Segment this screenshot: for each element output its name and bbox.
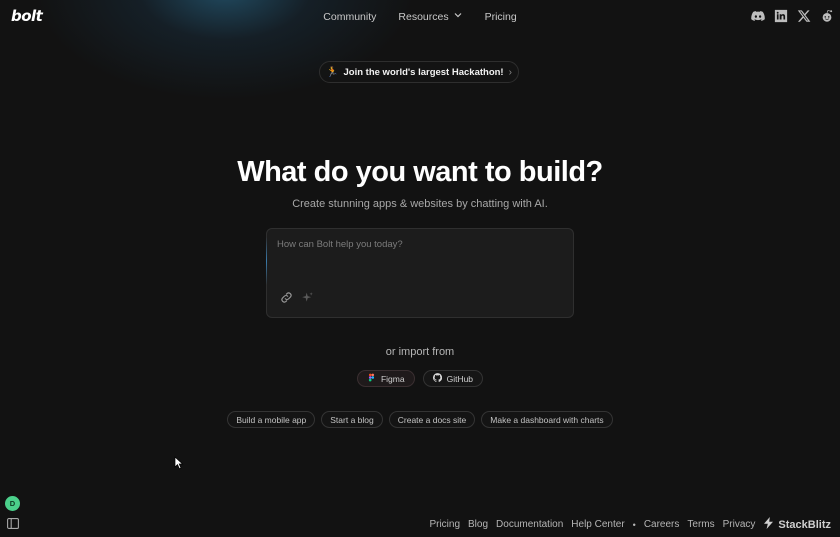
- import-github-button[interactable]: GitHub: [422, 370, 484, 387]
- import-figma-button[interactable]: Figma: [356, 370, 415, 387]
- mouse-cursor-icon: [174, 456, 184, 470]
- prompt-box: [266, 228, 574, 318]
- suggestion-docs-site[interactable]: Create a docs site: [388, 411, 476, 428]
- nav-resources[interactable]: Resources: [398, 10, 462, 23]
- suggestion-list: Build a mobile app Start a blog Create a…: [0, 411, 840, 428]
- footer-link-privacy[interactable]: Privacy: [723, 519, 756, 530]
- footer-link-blog[interactable]: Blog: [468, 519, 488, 530]
- stackblitz-brand-label: StackBlitz: [778, 518, 831, 531]
- footer: Pricing Blog Documentation Help Center •…: [429, 517, 831, 532]
- enhance-prompt-sparkle-icon[interactable]: [301, 291, 314, 304]
- nav-resources-label: Resources: [398, 10, 449, 23]
- linkedin-icon[interactable]: [774, 9, 788, 23]
- prompt-tools: [280, 291, 314, 304]
- nav-community-label: Community: [323, 10, 377, 23]
- attach-link-icon[interactable]: [280, 291, 293, 304]
- x-icon[interactable]: [797, 9, 811, 23]
- nav-pricing-label: Pricing: [484, 10, 517, 23]
- runner-icon: 🏃: [326, 66, 339, 78]
- page-subtitle: Create stunning apps & websites by chatt…: [292, 198, 548, 210]
- import-sources: Figma GitHub: [0, 370, 840, 387]
- github-icon: [432, 373, 442, 384]
- suggestion-mobile-app[interactable]: Build a mobile app: [227, 411, 316, 428]
- page-title: What do you want to build?: [237, 156, 603, 188]
- nav-pricing[interactable]: Pricing: [485, 10, 517, 23]
- stackblitz-brand[interactable]: StackBlitz: [763, 517, 831, 532]
- chevron-down-icon: [453, 10, 463, 23]
- social-links: [751, 9, 834, 23]
- prompt-glow: [266, 237, 267, 285]
- footer-link-documentation[interactable]: Documentation: [496, 519, 563, 530]
- footer-link-careers[interactable]: Careers: [644, 519, 680, 530]
- sidebar-toggle-icon[interactable]: [7, 518, 19, 529]
- footer-separator: •: [632, 519, 636, 530]
- suggestion-blog[interactable]: Start a blog: [321, 411, 383, 428]
- footer-link-terms[interactable]: Terms: [687, 519, 714, 530]
- hackathon-banner-text: Join the world's largest Hackathon!: [343, 66, 504, 78]
- import-github-label: GitHub: [446, 373, 474, 384]
- import-label: or import from: [385, 346, 455, 358]
- import-figma-label: Figma: [380, 373, 405, 384]
- discord-icon[interactable]: [751, 9, 765, 23]
- page: bolt Community Resources Pricing 🏃 Join …: [0, 0, 840, 537]
- nav-community[interactable]: Community: [323, 10, 376, 23]
- footer-link-pricing[interactable]: Pricing: [429, 519, 460, 530]
- hackathon-banner[interactable]: 🏃 Join the world's largest Hackathon! ›: [319, 61, 519, 83]
- user-avatar[interactable]: D: [5, 496, 20, 511]
- figma-icon: [367, 373, 376, 384]
- lightning-bolt-icon: [763, 517, 774, 532]
- reddit-icon[interactable]: [820, 9, 834, 23]
- suggestion-dashboard[interactable]: Make a dashboard with charts: [481, 411, 613, 428]
- top-nav: Community Resources Pricing: [0, 10, 840, 23]
- prompt-input[interactable]: [277, 239, 565, 279]
- footer-link-help-center[interactable]: Help Center: [571, 519, 624, 530]
- chevron-right-icon: ›: [508, 66, 512, 78]
